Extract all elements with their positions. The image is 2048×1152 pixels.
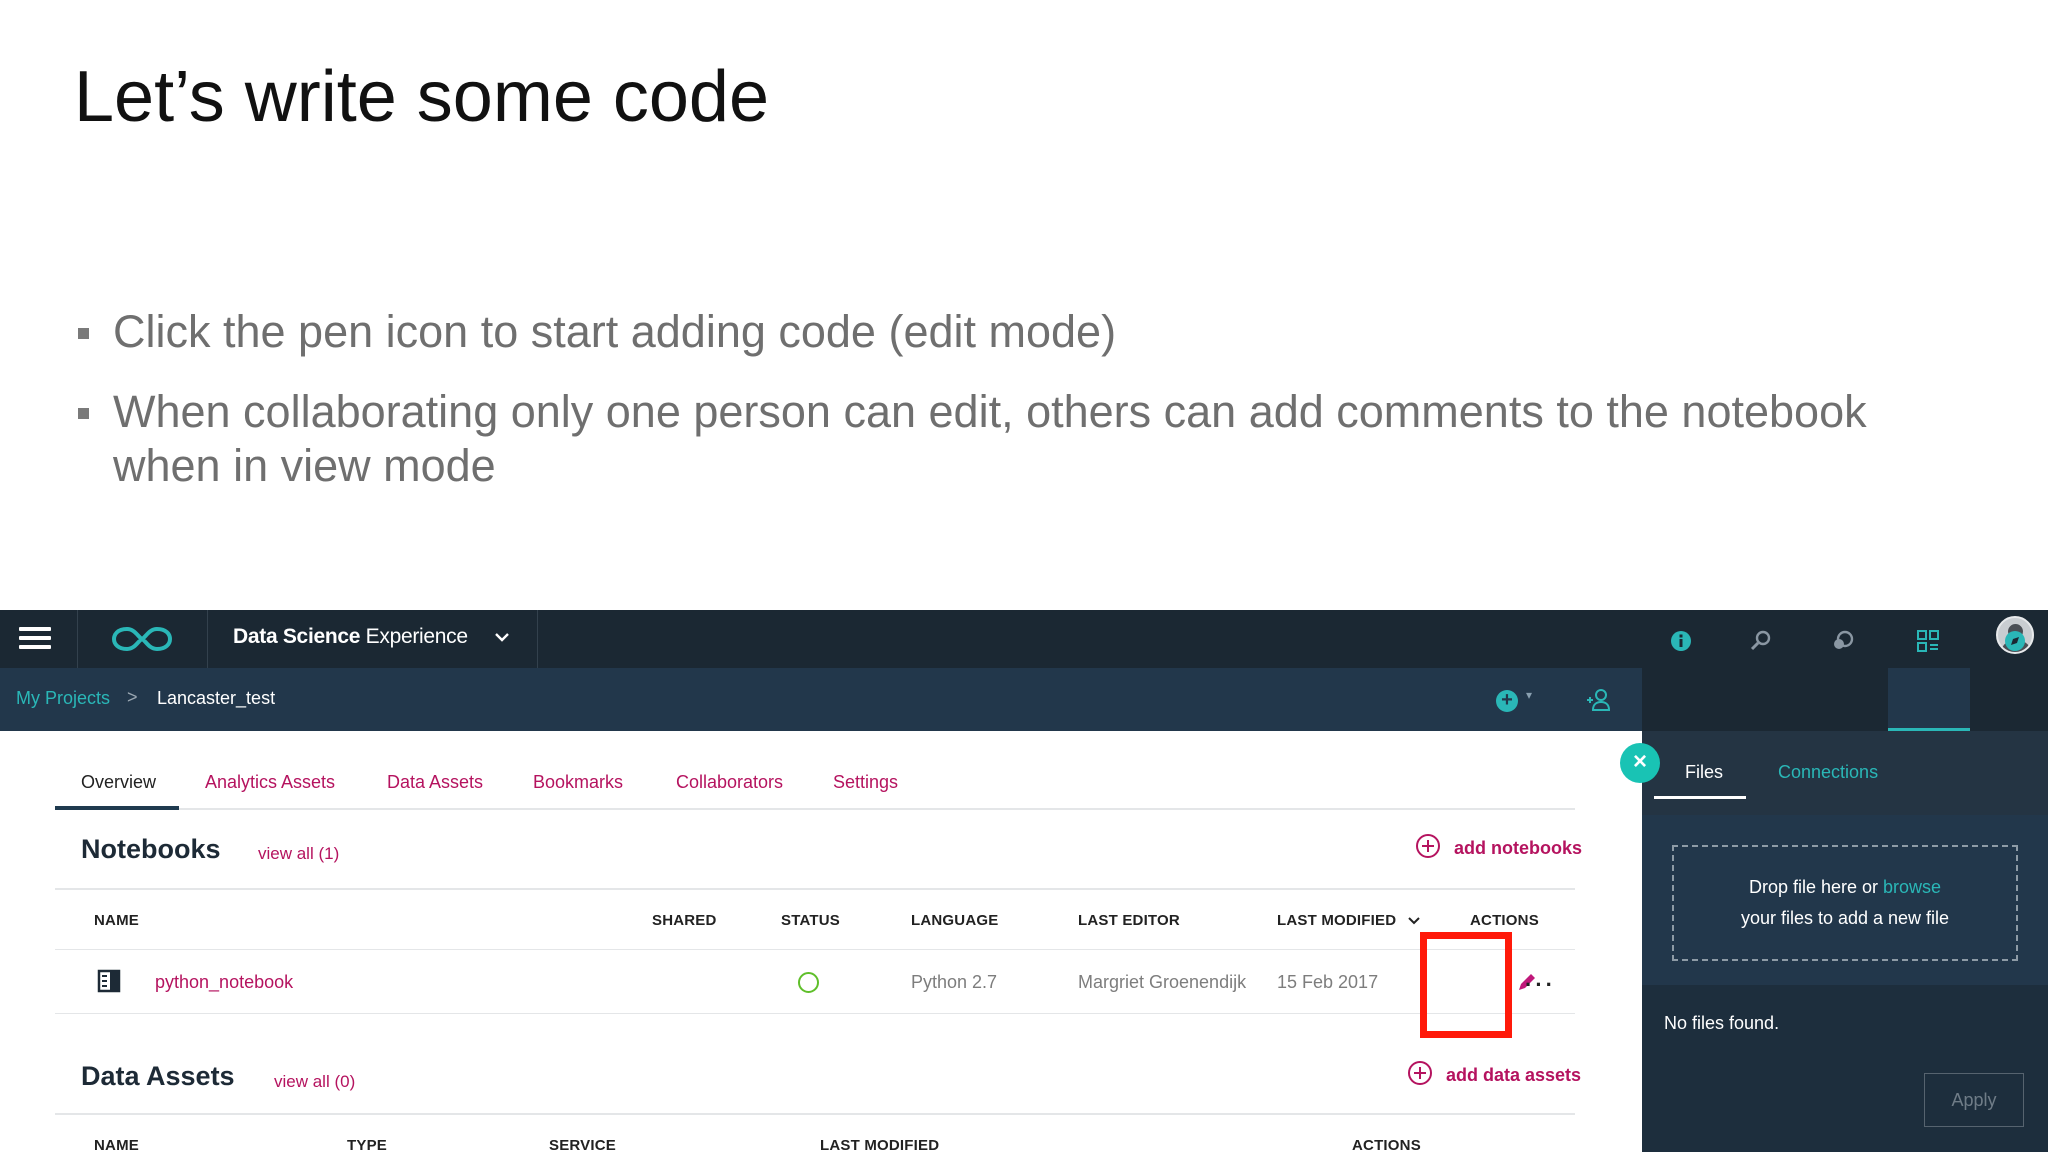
active-panel-tab-indicator bbox=[1654, 796, 1746, 799]
breadcrumb-separator-icon: > bbox=[127, 687, 138, 707]
status-indicator-icon bbox=[798, 972, 819, 993]
notebook-last-modified: 15 Feb 2017 bbox=[1277, 972, 1379, 992]
column-header[interactable]: NAME bbox=[94, 1137, 139, 1152]
data-grid-icon[interactable] bbox=[1915, 628, 1941, 654]
notebooks-title: Notebooks bbox=[81, 834, 221, 864]
column-header[interactable]: SHARED bbox=[652, 912, 717, 929]
app-screenshot: Data Science Experience My Projects > La… bbox=[0, 610, 2048, 1152]
project-tabs: Overview Analytics Assets Data Assets Bo… bbox=[55, 760, 1575, 810]
project-bar: My Projects > Lancaster_test + ▾ bbox=[0, 668, 1642, 731]
caret-down-icon[interactable]: ▾ bbox=[1526, 688, 1532, 702]
notebook-name-link[interactable]: python_notebook bbox=[155, 972, 293, 993]
bullet-item: Click the pen icon to start adding code … bbox=[76, 305, 1976, 359]
column-header[interactable]: LAST EDITOR bbox=[1078, 912, 1180, 929]
close-icon[interactable]: × bbox=[1620, 743, 1660, 783]
data-assets-table-header: NAME TYPE SERVICE LAST MODIFIED ACTIONS bbox=[55, 1113, 1575, 1152]
breadcrumb-current: Lancaster_test bbox=[157, 688, 276, 708]
product-name: Data Science Experience bbox=[233, 625, 468, 648]
active-tool-indicator bbox=[1888, 668, 1970, 731]
column-header: ACTIONS bbox=[1470, 912, 1539, 929]
infinity-logo-icon[interactable] bbox=[78, 610, 208, 668]
column-header[interactable]: LANGUAGE bbox=[911, 912, 998, 929]
column-header[interactable]: SERVICE bbox=[549, 1137, 616, 1152]
apply-button[interactable]: Apply bbox=[1924, 1073, 2024, 1127]
product-switcher[interactable]: Data Science Experience bbox=[208, 610, 538, 668]
file-dropzone[interactable]: Drop file here or browse your files to a… bbox=[1672, 845, 2018, 961]
tab-collaborators[interactable]: Collaborators bbox=[676, 772, 783, 793]
bullet-marker bbox=[78, 408, 89, 419]
notebook-icon bbox=[97, 969, 121, 993]
bullet-text: When collaborating only one person can e… bbox=[113, 386, 1867, 491]
sort-chevron-icon[interactable] bbox=[1407, 915, 1421, 927]
chevron-down-icon bbox=[495, 633, 509, 642]
files-panel-tabs: Files Connections bbox=[1642, 731, 2048, 815]
add-data-asset-icon[interactable] bbox=[1408, 1061, 1432, 1085]
add-icon[interactable]: + bbox=[1496, 690, 1518, 712]
side-panel-toolbar bbox=[1642, 668, 2048, 731]
comments-icon[interactable] bbox=[1830, 628, 1856, 654]
column-header[interactable]: NAME bbox=[94, 912, 139, 929]
notebook-last-editor: Margriet Groenendijk bbox=[1078, 972, 1247, 992]
data-assets-title: Data Assets bbox=[81, 1061, 235, 1091]
tab-files[interactable]: Files bbox=[1685, 762, 1723, 783]
bullet-marker bbox=[78, 328, 89, 339]
tab-analytics-assets[interactable]: Analytics Assets bbox=[205, 772, 335, 793]
active-tab-indicator bbox=[55, 806, 179, 810]
tab-bookmarks[interactable]: Bookmarks bbox=[533, 772, 623, 793]
data-assets-view-all-link[interactable]: view all (0) bbox=[274, 1072, 355, 1092]
find-replace-icon[interactable] bbox=[1748, 628, 1774, 654]
highlight-box bbox=[1420, 932, 1512, 1038]
column-header[interactable]: TYPE bbox=[347, 1137, 387, 1152]
dropzone-subtext: your files to add a new file bbox=[1740, 908, 1950, 928]
tab-connections[interactable]: Connections bbox=[1778, 762, 1878, 783]
top-bar: Data Science Experience bbox=[0, 610, 2048, 668]
menu-icon[interactable] bbox=[0, 610, 78, 668]
compass-icon[interactable] bbox=[2002, 628, 2028, 654]
more-actions-button[interactable]: ··· bbox=[1525, 972, 1556, 998]
column-header[interactable]: LAST MODIFIED bbox=[820, 1137, 939, 1152]
notebooks-table-header: NAME SHARED STATUS LANGUAGE LAST EDITOR … bbox=[55, 888, 1575, 950]
add-notebooks-link[interactable]: add notebooks bbox=[1454, 838, 1582, 859]
add-data-assets-link[interactable]: add data assets bbox=[1446, 1065, 1581, 1086]
column-header[interactable]: LAST MODIFIED bbox=[1277, 912, 1396, 929]
slide-title: Let’s write some code bbox=[74, 57, 770, 137]
dropzone-text: Drop file here or browse bbox=[1748, 877, 1942, 897]
column-header[interactable]: STATUS bbox=[781, 912, 840, 929]
notebooks-view-all-link[interactable]: view all (1) bbox=[258, 844, 339, 864]
files-panel: Files Connections Drop file here or brow… bbox=[1642, 731, 2048, 1152]
bullet-list: Click the pen icon to start adding code … bbox=[76, 305, 1976, 519]
empty-files-message: No files found. bbox=[1664, 1013, 1780, 1033]
add-collaborator-icon[interactable] bbox=[1586, 688, 1610, 712]
breadcrumb-my-projects[interactable]: My Projects bbox=[16, 688, 110, 709]
table-row[interactable]: python_notebook Python 2.7 Margriet Groe… bbox=[55, 950, 1575, 1014]
tab-data-assets[interactable]: Data Assets bbox=[387, 772, 483, 793]
notebook-language: Python 2.7 bbox=[911, 972, 998, 992]
add-notebook-icon[interactable] bbox=[1416, 834, 1440, 858]
tab-overview[interactable]: Overview bbox=[81, 772, 156, 793]
info-icon[interactable] bbox=[1668, 628, 1694, 654]
column-header: ACTIONS bbox=[1352, 1137, 1421, 1152]
bullet-item: When collaborating only one person can e… bbox=[76, 385, 1976, 493]
bullet-text: Click the pen icon to start adding code … bbox=[113, 306, 1117, 357]
browse-link[interactable]: browse bbox=[1883, 877, 1941, 897]
tab-settings[interactable]: Settings bbox=[833, 772, 898, 793]
